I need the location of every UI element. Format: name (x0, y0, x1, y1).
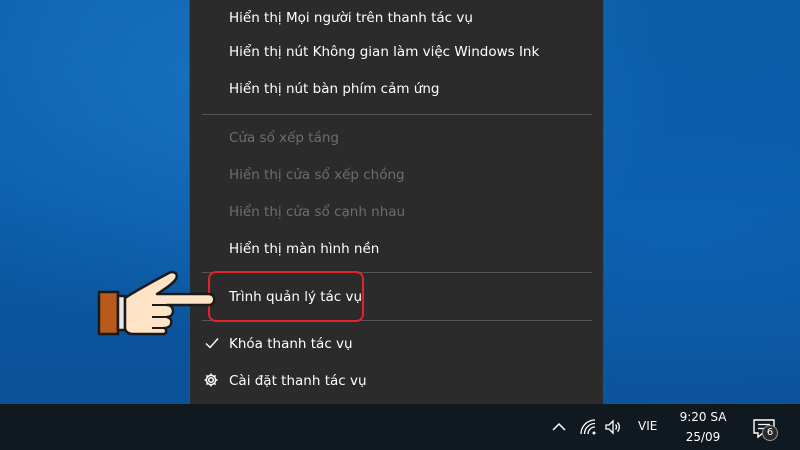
input-language-indicator[interactable]: VIE (638, 419, 657, 433)
menu-item-label: Hiển thị nút Không gian làm việc Windows… (229, 44, 540, 60)
chevron-up-icon[interactable] (550, 418, 568, 436)
menu-item-cascade-windows: Cửa sổ xếp tầng (190, 120, 603, 156)
volume-icon[interactable] (604, 418, 622, 436)
wifi-icon[interactable] (579, 418, 597, 436)
menu-item-label: Hiển thị cửa sổ xếp chồng (229, 167, 405, 183)
pointing-hand-icon (97, 270, 216, 336)
menu-item-label: Hiển thị màn hình nền (229, 241, 380, 257)
clock-date: 25/09 (685, 430, 721, 444)
highlight-box (208, 271, 364, 322)
menu-item-lock-taskbar[interactable]: Khóa thanh tác vụ (190, 326, 603, 362)
menu-item-label: Khóa thanh tác vụ (229, 336, 353, 352)
menu-item-touch-keyboard[interactable]: Hiển thị nút bàn phím cảm ứng (190, 71, 603, 107)
notification-count-badge: 6 (762, 425, 778, 441)
menu-item-taskbar-settings[interactable]: Cài đặt thanh tác vụ (190, 363, 603, 399)
menu-item-windows-ink[interactable]: Hiển thị nút Không gian làm việc Windows… (190, 34, 603, 70)
taskbar-clock[interactable]: 9:20 SA 25/09 (672, 407, 734, 447)
taskbar-context-menu: Hiển thị Mọi người trên thanh tác vụ Hiể… (189, 0, 604, 410)
menu-item-side-by-side-windows: Hiển thị cửa sổ cạnh nhau (190, 194, 603, 230)
taskbar: VIE 9:20 SA 25/09 (0, 404, 800, 450)
menu-item-label: Cửa sổ xếp tầng (229, 130, 339, 146)
menu-item-label: Hiển thị cửa sổ cạnh nhau (229, 204, 406, 220)
menu-separator (202, 114, 592, 115)
menu-item-show-people[interactable]: Hiển thị Mọi người trên thanh tác vụ (190, 0, 603, 36)
menu-item-label: Hiển thị nút bàn phím cảm ứng (229, 81, 440, 97)
menu-item-label: Hiển thị Mọi người trên thanh tác vụ (229, 10, 473, 26)
menu-item-stacked-windows: Hiển thị cửa sổ xếp chồng (190, 157, 603, 193)
gear-icon (204, 373, 218, 387)
clock-time: 9:20 SA (679, 410, 727, 424)
menu-item-label: Cài đặt thanh tác vụ (229, 373, 367, 389)
menu-item-show-desktop[interactable]: Hiển thị màn hình nền (190, 231, 603, 267)
